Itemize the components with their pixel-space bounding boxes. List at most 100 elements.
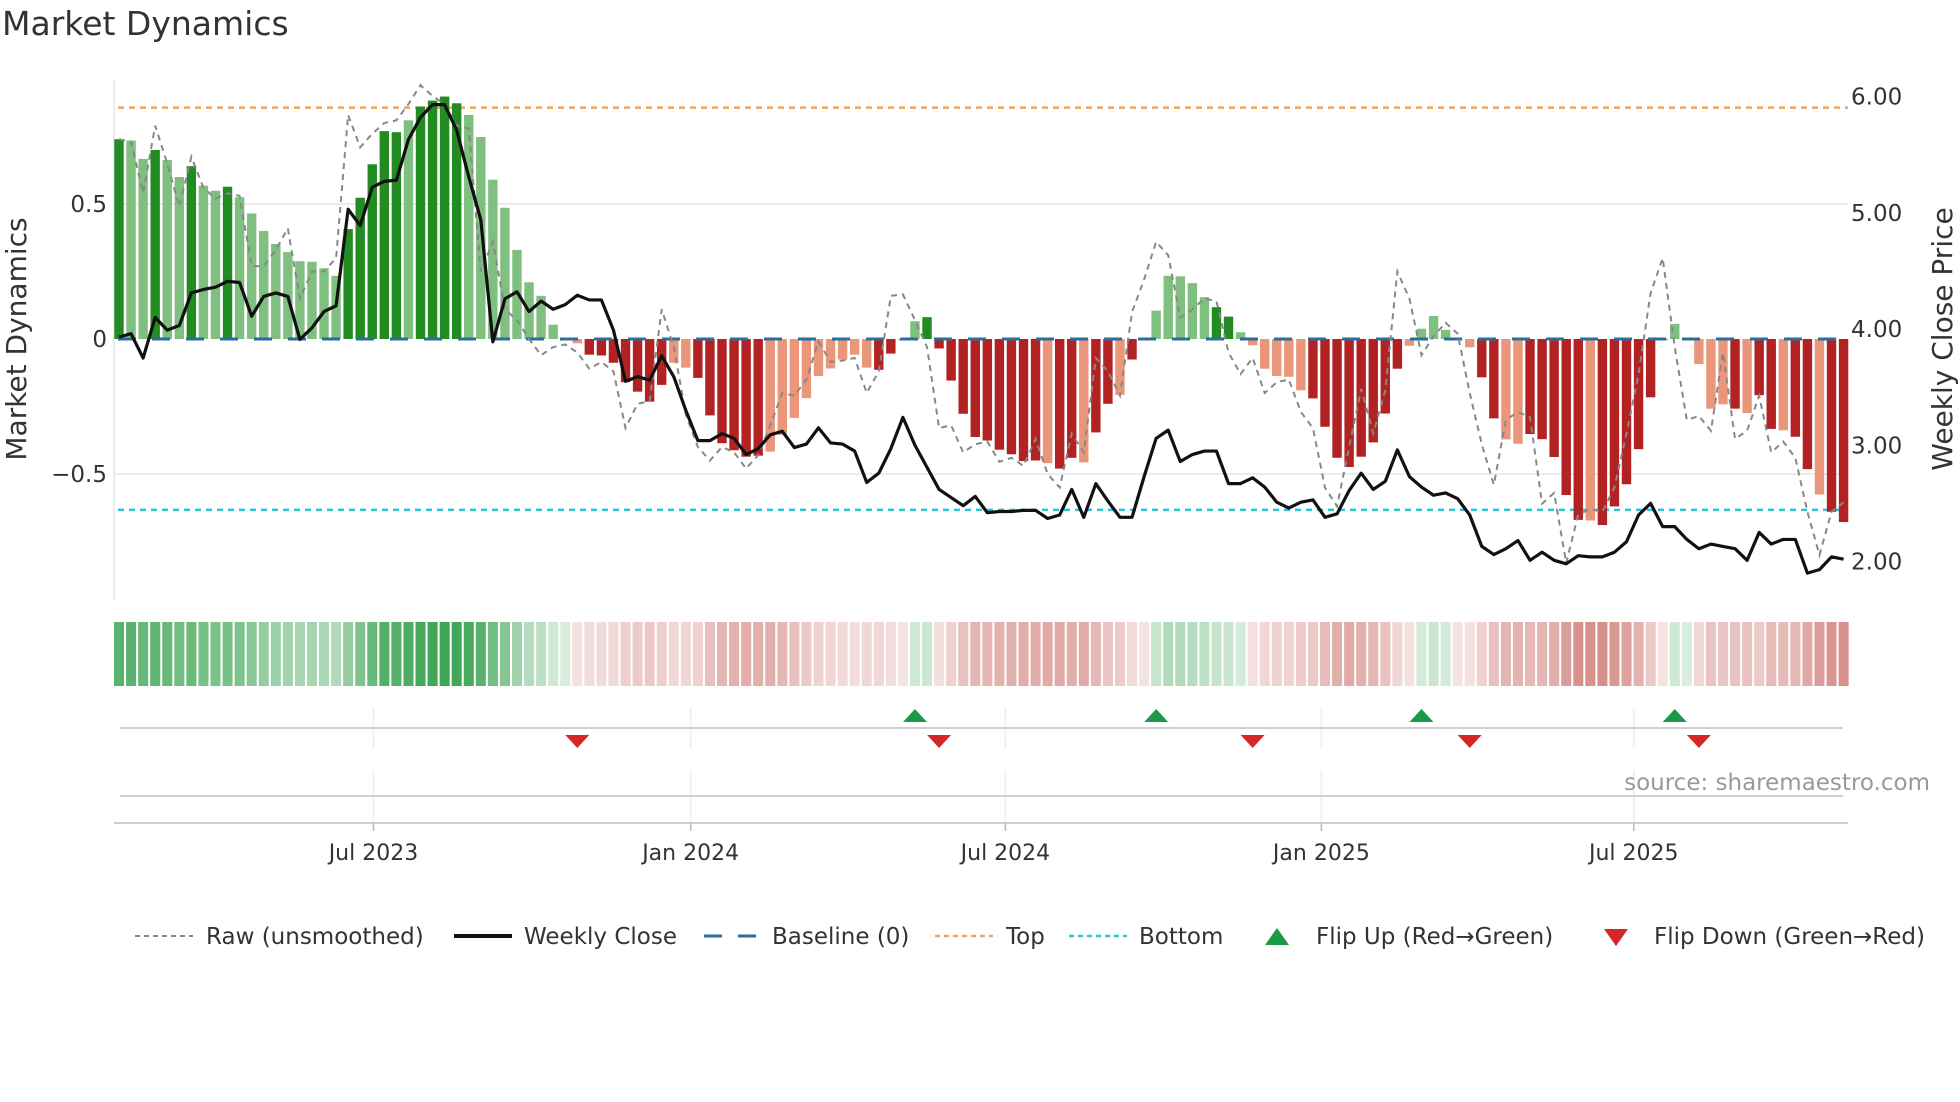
y2-tick-label: 4.00 xyxy=(1851,317,1902,343)
heat-strip-cell xyxy=(1802,622,1813,686)
heat-strip-cell xyxy=(909,622,921,686)
heat-strip-cell xyxy=(837,622,848,686)
dynamics-bar xyxy=(1163,275,1173,339)
y2-axis-label: Weekly Close Price xyxy=(1926,207,1959,470)
heat-strip-cell xyxy=(367,622,378,686)
dynamics-bar xyxy=(1030,339,1041,461)
dynamics-bar xyxy=(1018,339,1029,462)
source-credit: source: sharemaestro.com xyxy=(1624,770,1930,796)
dynamics-bar xyxy=(1513,339,1523,444)
dynamics-bar xyxy=(1742,339,1752,413)
dynamics-bar xyxy=(886,339,896,354)
heat-strip-cell xyxy=(777,622,788,686)
dynamics-bar xyxy=(705,339,715,416)
heat-strip-cell xyxy=(355,622,366,686)
dynamics-bar xyxy=(1344,339,1354,467)
heat-strip-cell xyxy=(596,622,607,686)
dynamics-bar xyxy=(753,339,763,456)
dynamics-bar xyxy=(1670,323,1680,339)
heat-strip-cell xyxy=(331,622,342,686)
dynamics-bar xyxy=(813,339,824,376)
heat-strip-cell xyxy=(258,622,269,686)
heat-strip-cell xyxy=(294,622,305,686)
dynamics-bar xyxy=(222,186,233,339)
dynamics-bar xyxy=(1127,339,1137,360)
heat-strip-cell xyxy=(1766,622,1777,686)
dynamics-bar xyxy=(1766,339,1776,429)
heat-strip-cell xyxy=(1537,622,1548,686)
heat-strip-cell xyxy=(1042,622,1053,686)
legend-top-label: Top xyxy=(1006,924,1045,950)
heat-strip-cell xyxy=(186,622,197,686)
heat-strip-cell xyxy=(1223,622,1234,686)
heat-strip-cell xyxy=(704,622,715,686)
heat-strip-cell xyxy=(1151,622,1162,686)
heat-strip-cell xyxy=(1090,622,1101,686)
heat-strip-cell xyxy=(1476,622,1487,686)
dynamics-bar xyxy=(584,339,595,355)
dynamics-bar xyxy=(1790,339,1801,437)
heat-strip-cell xyxy=(536,622,547,686)
heat-strip-cell xyxy=(210,622,221,686)
dynamics-bar xyxy=(994,339,1005,450)
dynamics-bar xyxy=(1115,339,1125,395)
dynamics-bar xyxy=(1730,339,1740,409)
heat-strip-cell xyxy=(1235,622,1246,686)
dynamics-bar xyxy=(1091,339,1101,433)
heat-strip-cell xyxy=(692,622,703,686)
flip-up-icon xyxy=(1265,928,1289,945)
heat-strip-cell xyxy=(427,622,438,686)
dynamics-bar xyxy=(1175,276,1185,339)
heat-strip-cell xyxy=(475,622,486,686)
heat-strip-cell xyxy=(463,622,474,686)
dynamics-bar xyxy=(1549,339,1559,457)
heat-strip-cell xyxy=(1705,622,1716,686)
legend-bottom-swatch xyxy=(1069,934,1127,938)
heat-strip-cell xyxy=(825,622,836,686)
dynamics-bar xyxy=(1296,339,1306,391)
heat-strip-cell xyxy=(813,622,824,686)
heat-strip-cell xyxy=(1175,622,1186,686)
heat-strip-cell xyxy=(873,622,884,686)
dynamics-bar xyxy=(319,268,329,339)
heat-strip-cell xyxy=(1717,622,1729,686)
dynamics-bar xyxy=(837,339,848,360)
x-tick-label: Jan 2024 xyxy=(640,841,739,866)
dynamics-bar xyxy=(1332,339,1342,458)
dynamics-bar xyxy=(439,96,450,339)
heat-strip-cell xyxy=(1344,622,1355,686)
heat-strip-cell xyxy=(1525,622,1536,686)
dynamics-bar xyxy=(246,213,257,339)
legend-raw-swatch xyxy=(135,935,193,937)
x-tick-label: Jul 2025 xyxy=(1587,841,1679,866)
heat-strip-cell xyxy=(632,622,643,686)
heat-strip-cell xyxy=(1320,622,1331,686)
dynamics-bar xyxy=(789,339,800,418)
heat-strip-cell xyxy=(1778,622,1789,686)
heat-strip-cell xyxy=(934,622,945,686)
dynamics-bar xyxy=(946,339,956,381)
dynamics-bar xyxy=(138,158,148,339)
heat-strip-cell xyxy=(391,622,402,686)
heat-strip-cell xyxy=(1464,622,1475,686)
dynamics-bar xyxy=(500,207,510,339)
heat-strip-cell xyxy=(162,622,173,686)
heat-strip-cell xyxy=(1006,622,1017,686)
dynamics-bar xyxy=(1838,339,1849,523)
dynamics-bar xyxy=(1754,339,1764,396)
dynamics-bar xyxy=(632,339,643,392)
dynamics-bar xyxy=(1477,339,1487,378)
heat-strip-cell xyxy=(1247,622,1258,686)
x-tick-label: Jul 2023 xyxy=(327,841,419,866)
legend-flip-down-label: Flip Down (Green→Red) xyxy=(1654,924,1925,950)
dynamics-bar xyxy=(1778,339,1788,431)
heat-strip-cell xyxy=(1199,622,1210,686)
heat-strip-cell xyxy=(1332,622,1343,686)
heat-strip-cell xyxy=(1295,622,1306,686)
heat-strip-cell xyxy=(451,622,462,686)
dynamics-bar xyxy=(1042,339,1053,464)
dynamics-bar xyxy=(1054,339,1065,469)
heat-strip-cell xyxy=(584,622,595,686)
flip-up-marker xyxy=(1409,709,1434,722)
dynamics-bar xyxy=(1561,339,1571,496)
